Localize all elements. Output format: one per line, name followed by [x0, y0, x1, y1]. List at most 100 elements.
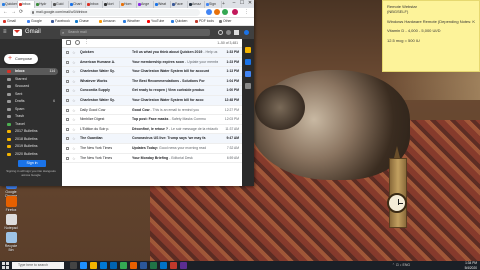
email-row[interactable]: ☆ The New York Times Updates Today: Good n… [62, 144, 242, 154]
desktop-icon[interactable]: Notepad [2, 214, 20, 230]
profile-avatar[interactable] [232, 9, 238, 15]
taskbar-mail-icon[interactable] [110, 262, 117, 269]
browser-tab[interactable]: Sign [205, 1, 222, 8]
forward-button[interactable]: → [11, 9, 16, 16]
taskbar-word-icon[interactable] [140, 262, 147, 269]
gmail-logo-icon[interactable] [13, 29, 22, 36]
desktop-icon[interactable]: Firefox [2, 196, 20, 212]
extension-icon[interactable] [222, 9, 228, 15]
bookmark-item[interactable]: Amazon [99, 18, 115, 25]
row-checkbox[interactable] [66, 127, 69, 131]
star-icon[interactable]: ☆ [72, 67, 76, 76]
new-tab-button[interactable]: + [222, 1, 225, 7]
tasks-icon[interactable] [245, 71, 251, 77]
star-icon[interactable]: ☆ [72, 125, 76, 134]
email-row[interactable]: ☆ L'Edition du Soir p. Déconfiné, le retou… [62, 124, 242, 135]
star-icon[interactable]: ☆ [72, 86, 76, 95]
sidebar-item[interactable]: Travel [0, 121, 58, 128]
row-checkbox[interactable] [66, 147, 69, 150]
browser-menu-icon[interactable]: ⋮ [244, 9, 249, 16]
row-checkbox[interactable] [66, 60, 69, 64]
system-tray-icons[interactable]: ⌃ ⊡ ♪ ENG [392, 263, 410, 267]
bookmark-item[interactable]: Chase [75, 18, 89, 25]
taskbar-clock[interactable]: 1:34 PM 5/4/2020 [465, 261, 477, 270]
bookmark-item[interactable]: Quicken [171, 18, 187, 25]
row-checkbox[interactable] [66, 156, 69, 160]
star-icon[interactable]: ☆ [72, 134, 76, 143]
browser-tab[interactable]: Hydr [35, 1, 52, 8]
sidebar-item[interactable]: 2020 Bulletins [0, 151, 58, 158]
browser-tab[interactable]: Weat [154, 1, 171, 8]
taskbar-excel-icon[interactable] [150, 262, 157, 269]
taskbar-outlook-icon[interactable] [160, 262, 167, 269]
minimize-button[interactable]: – [230, 0, 238, 7]
bookmark-item[interactable]: PDF tools [195, 18, 214, 25]
windows-start-icon[interactable] [2, 262, 9, 269]
select-all-checkbox[interactable] [66, 40, 71, 45]
taskbar-chrome-icon[interactable] [120, 262, 127, 269]
email-row[interactable]: ☆ Quicken Tell us what you think about Qui… [62, 48, 242, 58]
search-icon[interactable]: ⌕ [62, 30, 64, 35]
apps-grid-icon[interactable] [234, 30, 239, 35]
sidebar-item[interactable]: Snoozed [0, 83, 58, 90]
add-on-plus-icon[interactable] [245, 83, 251, 89]
taskbar-edge-icon[interactable] [80, 262, 87, 269]
hangouts-signin-button[interactable]: Sign in [18, 160, 46, 167]
email-row[interactable]: ☆ The Guardian Coronavirus US live: Trump … [62, 134, 242, 144]
browser-tab[interactable]: Hom [120, 1, 137, 8]
browser-tab[interactable]: Inbox [86, 1, 103, 8]
star-icon[interactable]: ☆ [72, 77, 76, 86]
keep-icon[interactable] [245, 59, 251, 65]
taskbar-store-icon[interactable] [100, 262, 107, 269]
reload-button[interactable]: ⟳ [19, 9, 23, 16]
row-checkbox[interactable] [66, 137, 69, 141]
refresh-icon[interactable] [75, 40, 80, 45]
browser-tab[interactable]: Chart [69, 1, 86, 8]
sidebar-item[interactable]: Drafts 6 [0, 98, 58, 105]
taskbar-search-input[interactable]: Type here to search [12, 262, 64, 269]
email-row[interactable]: ☆ Concordia Supply Get ready to reopen | V… [62, 86, 242, 96]
bookmark-item[interactable]: Gmail [3, 18, 16, 25]
row-checkbox[interactable] [66, 51, 69, 54]
maximize-button[interactable]: ☐ [238, 0, 246, 7]
star-icon[interactable]: ☆ [72, 154, 76, 163]
sticky-note[interactable]: Remote Webstar (NBGSELF) Windows Hardware … [382, 0, 480, 72]
taskbar-firefox-icon[interactable] [130, 262, 137, 269]
taskbar-file-explorer-icon[interactable] [90, 262, 97, 269]
browser-tab[interactable]: Guid [52, 1, 69, 8]
help-icon[interactable] [218, 30, 223, 35]
email-row[interactable]: ☆ American Humane A. Your membership expir… [62, 57, 242, 68]
sidebar-item[interactable]: 2017 Bulletins [0, 128, 58, 135]
star-icon[interactable]: ☆ [72, 106, 76, 115]
sidebar-item[interactable]: Trash [0, 113, 58, 120]
calendar-icon[interactable] [245, 47, 251, 53]
clock-gadget[interactable] [384, 146, 410, 230]
bookmark-item[interactable]: Facebook [51, 18, 70, 25]
sidebar-item[interactable]: 2018 Bulletins [0, 136, 58, 143]
row-checkbox[interactable] [66, 99, 69, 102]
settings-gear-icon[interactable] [226, 30, 231, 35]
email-row[interactable]: ☆ Charleston Water Sy. Your Charleston Wat… [62, 67, 242, 77]
back-button[interactable]: ← [3, 9, 8, 16]
email-row[interactable]: ☆ The New York Times Your Monday Briefing … [62, 153, 242, 164]
row-checkbox[interactable] [66, 70, 69, 74]
hamburger-menu-icon[interactable]: ≡ [3, 29, 7, 36]
star-icon[interactable]: ☆ [72, 115, 76, 124]
row-checkbox[interactable] [66, 118, 69, 122]
row-checkbox[interactable] [66, 79, 69, 83]
sidebar-item[interactable]: 2019 Bulletins [0, 143, 58, 150]
sidebar-item[interactable]: Starred [0, 76, 58, 83]
desktop-icon[interactable]: Recycle Bin [2, 232, 20, 252]
sidebar-item[interactable]: Sent [0, 91, 58, 98]
email-row[interactable]: ☆ Nimblize Digest Top post: Face masks - S… [62, 115, 242, 125]
star-icon[interactable]: ☆ [72, 144, 76, 153]
email-row[interactable]: ☆ Charleston Water Sy. Your Charleston Wat… [62, 96, 242, 106]
browser-tab[interactable]: Inbox [18, 1, 35, 8]
compose-button[interactable]: + Compose [4, 54, 38, 64]
bookmark-item[interactable]: YouTube [147, 18, 164, 25]
extension-icon[interactable] [214, 9, 220, 15]
star-icon[interactable]: ☆ [72, 96, 76, 105]
browser-tab[interactable]: Face [171, 1, 188, 8]
browser-tab[interactable]: Nort [103, 1, 120, 8]
sidebar-item[interactable]: Inbox 114 [0, 68, 58, 75]
